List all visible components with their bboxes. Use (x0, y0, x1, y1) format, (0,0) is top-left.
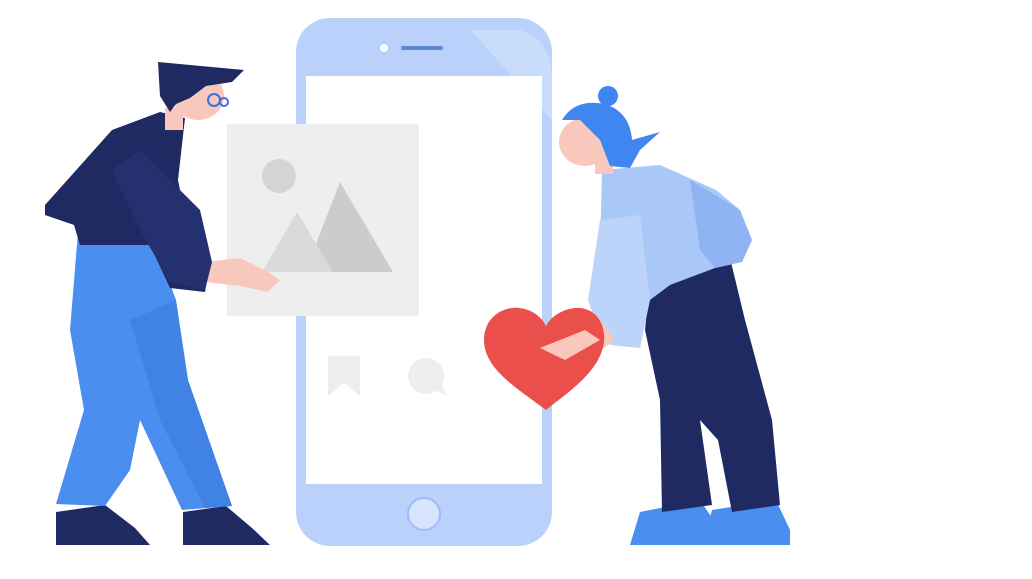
phone-speaker (401, 46, 443, 50)
home-button[interactable] (407, 497, 441, 531)
illustration-canvas (45, 18, 790, 546)
sun-icon (262, 159, 296, 193)
man-shoe-right (183, 506, 270, 545)
woman-hair-bun (598, 86, 618, 106)
phone-camera (380, 44, 388, 52)
woman-trousers (645, 258, 780, 512)
man-shoe-left (56, 505, 150, 545)
